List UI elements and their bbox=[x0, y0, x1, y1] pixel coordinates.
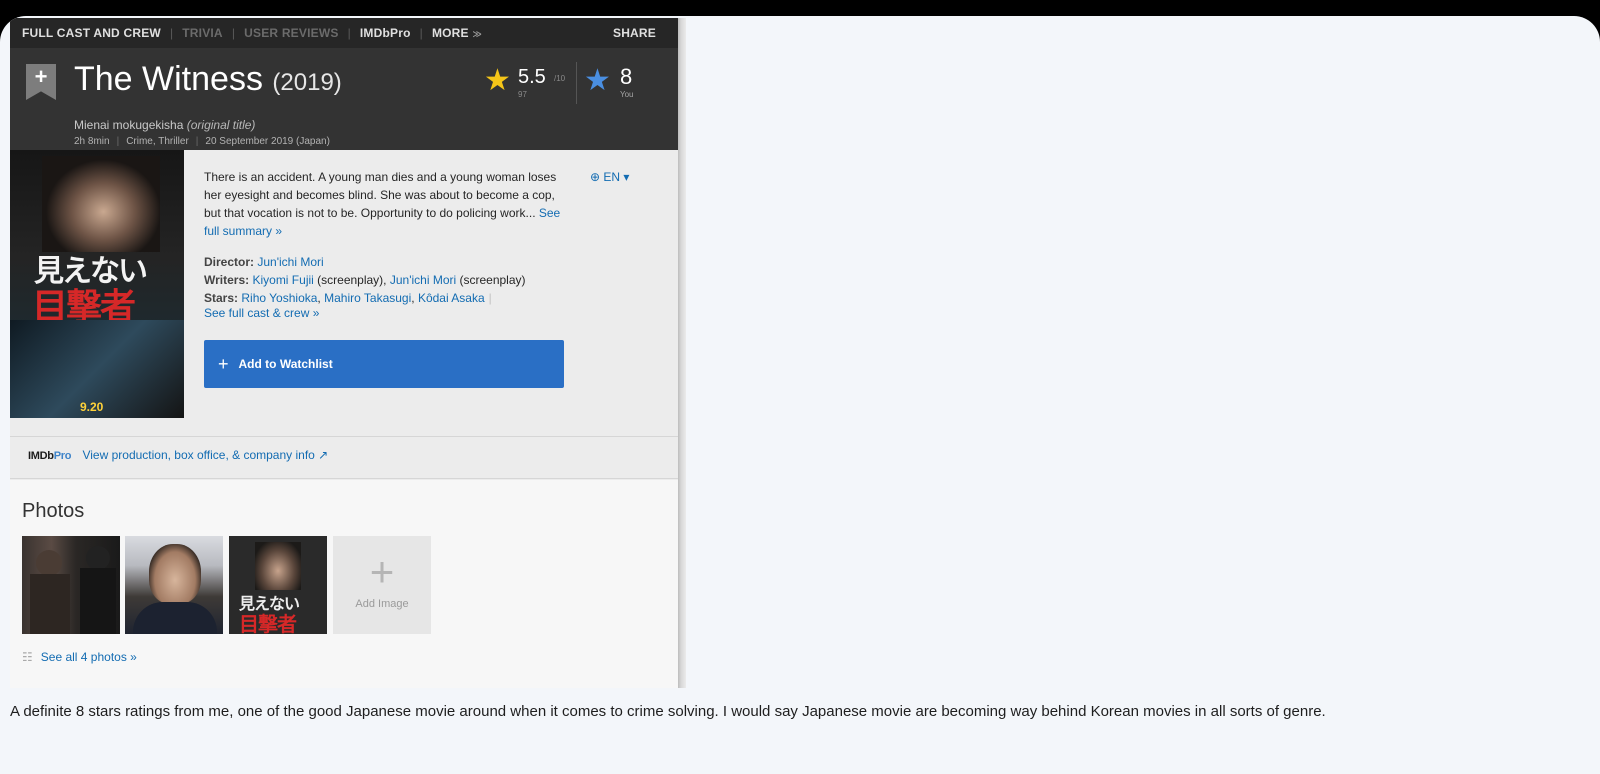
imdb-screenshot: FULL CAST AND CREW | TRIVIA | USER REVIE… bbox=[10, 18, 686, 688]
comment-text: A definite 8 stars ratings from me, one … bbox=[10, 703, 1326, 720]
original-title: Mienai mokugekisha (original title) bbox=[74, 118, 255, 132]
photo-thumbnail[interactable] bbox=[22, 536, 120, 634]
add-image-plus-icon: + bbox=[369, 548, 395, 595]
writer-link[interactable]: Jun'ichi Mori bbox=[390, 273, 456, 287]
divider bbox=[10, 436, 678, 437]
top-nav: FULL CAST AND CREW | TRIVIA | USER REVIE… bbox=[10, 18, 678, 48]
see-all-photos: ☷ See all 4 photos » bbox=[22, 650, 137, 664]
star-link[interactable]: Riho Yoshioka bbox=[241, 291, 317, 305]
release-date[interactable]: 20 September 2019 (Japan) bbox=[205, 136, 330, 147]
imdbpro-link[interactable]: View production, box office, & company i… bbox=[82, 448, 328, 462]
movie-title: The Witness bbox=[74, 60, 263, 98]
plot-text: There is an accident. A young man dies a… bbox=[204, 170, 557, 220]
see-cast-row: See full cast & crew » bbox=[204, 307, 526, 319]
runtime: 2h 8min bbox=[74, 136, 110, 147]
divider bbox=[10, 478, 678, 479]
star-link[interactable]: Mahiro Takasugi bbox=[324, 291, 411, 305]
add-image-label: Add Image bbox=[355, 598, 409, 610]
movie-year[interactable]: (2019) bbox=[272, 69, 341, 96]
see-full-cast-link[interactable]: See full cast & crew » bbox=[204, 306, 319, 320]
imdbpro-logo: IMDbPro bbox=[28, 450, 71, 462]
genres[interactable]: Crime, Thriller bbox=[126, 136, 189, 147]
director-label: Director: bbox=[204, 255, 255, 269]
nav-user-reviews[interactable]: USER REVIEWS bbox=[244, 26, 338, 40]
rating-value: 5.5 bbox=[518, 66, 546, 88]
plus-icon: + bbox=[218, 353, 229, 374]
writer-link[interactable]: Kiyomi Fujii bbox=[252, 273, 313, 287]
thumb-figure bbox=[80, 568, 116, 634]
imdb-rating: ★ 5.5 /10 97 bbox=[484, 62, 574, 102]
user-rating-value: 8 bbox=[620, 64, 633, 89]
photos-heading: Photos bbox=[22, 500, 85, 522]
thumb-figure bbox=[86, 546, 110, 570]
imdbpro-logo-a: IMDb bbox=[28, 450, 54, 462]
title-bar: + The Witness (2019) Mienai mokugekisha … bbox=[10, 48, 678, 150]
movie-poster[interactable]: 見えない 目撃者 9.20 bbox=[10, 150, 184, 418]
see-all-photos-link[interactable]: See all 4 photos » bbox=[41, 650, 137, 664]
director-link[interactable]: Jun'ichi Mori bbox=[257, 255, 323, 269]
watchlist-label: Add to Watchlist bbox=[238, 357, 333, 371]
thumb-face bbox=[149, 544, 201, 604]
original-title-text: Mienai mokugekisha bbox=[74, 118, 184, 132]
nav-separator: | bbox=[347, 26, 351, 40]
writers-row: Writers: Kiyomi Fujii (screenplay), Jun'… bbox=[204, 271, 526, 289]
poster-date: 9.20 bbox=[80, 400, 104, 414]
post-card: FULL CAST AND CREW | TRIVIA | USER REVIE… bbox=[0, 16, 1600, 774]
rating-max: /10 bbox=[554, 74, 566, 83]
user-rating-label: You bbox=[620, 90, 634, 99]
stars-label: Stars: bbox=[204, 291, 239, 305]
movie-meta: 2h 8min | Crime, Thriller | 20 September 201… bbox=[74, 136, 330, 147]
imdbpro-row: IMDbPro View production, box office, & c… bbox=[28, 448, 328, 462]
writer-role: (screenplay) bbox=[456, 273, 526, 287]
imdbpro-logo-b: Pro bbox=[53, 450, 72, 462]
language-selector[interactable]: ⊕ EN ▾ bbox=[590, 170, 629, 184]
screenshot-edge bbox=[678, 18, 686, 688]
chevron-down-icon: ≫ bbox=[472, 29, 482, 39]
original-title-note: (original title) bbox=[186, 118, 256, 132]
thumb-face bbox=[255, 542, 301, 590]
star-link[interactable]: Kôdai Asaka bbox=[418, 291, 485, 305]
page-title: The Witness (2019) bbox=[74, 60, 342, 99]
credits-separator: | bbox=[488, 291, 492, 305]
globe-icon: ⊕ bbox=[590, 170, 601, 184]
share-button[interactable]: SHARE bbox=[613, 26, 656, 40]
rating-votes[interactable]: 97 bbox=[518, 90, 527, 99]
writer-role: (screenplay), bbox=[313, 273, 390, 287]
photo-thumbnail[interactable] bbox=[125, 536, 223, 634]
nav-separator: | bbox=[419, 26, 423, 40]
thumb-figure bbox=[30, 574, 70, 634]
add-to-watchlist-button[interactable]: + Add to Watchlist bbox=[204, 340, 564, 388]
nav-separator: | bbox=[231, 26, 236, 40]
grid-icon: ☷ bbox=[22, 650, 33, 664]
star-icon: ★ bbox=[484, 64, 511, 97]
user-star-icon: ★ bbox=[584, 64, 611, 97]
thumb-poster-text-red: 目撃者 bbox=[239, 614, 297, 634]
thumb-figure bbox=[36, 550, 62, 576]
stars-row: Stars: Riho Yoshioka, Mahiro Takasugi, K… bbox=[204, 291, 492, 305]
writers-label: Writers: bbox=[204, 273, 250, 287]
poster-face bbox=[42, 156, 160, 252]
nav-more[interactable]: MORE ≫ bbox=[432, 26, 482, 40]
nav-full-cast[interactable]: FULL CAST AND CREW bbox=[22, 26, 161, 40]
photos-section: Photos 見えない 目撃者 + Add Image ☷ See all 4 p… bbox=[10, 480, 678, 688]
nav-imdbpro[interactable]: IMDbPro bbox=[360, 26, 411, 40]
add-image-tile[interactable]: + Add Image bbox=[333, 536, 431, 634]
language-label: EN ▾ bbox=[603, 170, 630, 184]
user-rating[interactable]: ★ 8 You bbox=[584, 62, 664, 102]
nav-separator: | bbox=[169, 26, 174, 40]
credits: Director: Jun'ichi Mori Writers: Kiyomi … bbox=[204, 253, 526, 319]
watchlist-ribbon-icon[interactable]: + bbox=[26, 64, 56, 100]
thumb-suit bbox=[133, 602, 217, 634]
nav-more-label: MORE bbox=[431, 26, 469, 40]
rating-divider bbox=[576, 62, 577, 104]
photo-thumbnail[interactable]: 見えない 目撃者 bbox=[229, 536, 327, 634]
nav-trivia[interactable]: TRIVIA bbox=[182, 26, 223, 40]
director-row: Director: Jun'ichi Mori bbox=[204, 253, 526, 271]
plot-summary: There is an accident. A young man dies a… bbox=[204, 168, 574, 240]
